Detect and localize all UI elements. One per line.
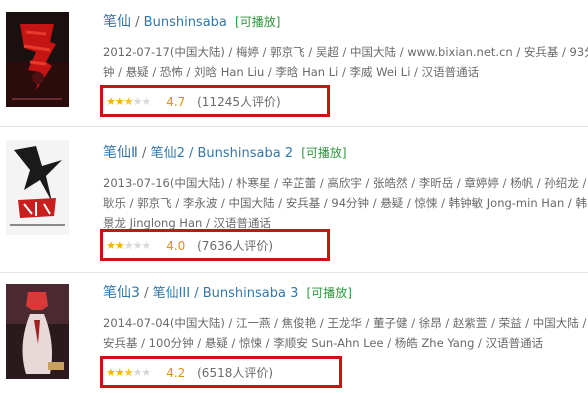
title-separator: / — [135, 15, 140, 30]
star-empty-icon: ★ — [132, 239, 143, 252]
poster-2-art — [6, 140, 69, 235]
star-half-icon: ★ — [123, 95, 134, 108]
meta-line: 2012-07-17(中国大陆) / 梅婷 / 郭京飞 / 吴超 / 中国大陆 … — [103, 45, 588, 59]
movie-meta: 2014-07-04(中国大陆) / 江一燕 / 焦俊艳 / 王龙华 / 董子健… — [103, 313, 587, 353]
rating-score: 4.7 — [166, 95, 186, 109]
movie-alt-title[interactable]: 笔仙III / Bunshinsaba 3 — [153, 286, 299, 301]
rating-count[interactable]: (11245人评价) — [197, 95, 281, 109]
rating-count[interactable]: (7636人评价) — [197, 239, 273, 253]
star-empty-icon: ★ — [141, 366, 152, 379]
divider — [0, 126, 588, 127]
star-empty-icon: ★ — [141, 95, 152, 108]
movie-list: 笔仙 / Bunshinsaba [可播放] 2012-07-17(中国大陆) … — [0, 0, 588, 393]
movie-meta: 2012-07-17(中国大陆) / 梅婷 / 郭京飞 / 吴超 / 中国大陆 … — [103, 42, 588, 82]
star-empty-icon: ★ — [132, 95, 143, 108]
movie-title-line: 笔仙3 / 笔仙III / Bunshinsaba 3 [可播放] — [103, 285, 352, 302]
star-icon: ★ — [106, 95, 116, 108]
movie-alt-title[interactable]: 笔仙2 / Bunshinsaba 2 — [151, 146, 294, 161]
meta-line: 2013-07-16(中国大陆) / 朴寒星 / 辛芷蕾 / 高欣宇 / 张皓然… — [103, 176, 587, 190]
movie-alt-title[interactable]: Bunshinsaba — [144, 15, 227, 30]
rating-score: 4.0 — [166, 239, 186, 253]
star-icon: ★ — [106, 239, 116, 252]
meta-line: 钟 / 悬疑 / 恐怖 / 刘晗 Han Liu / 李晗 Han Li / 李… — [103, 65, 480, 79]
star-half-icon: ★ — [123, 366, 134, 379]
title-separator: / — [144, 286, 149, 301]
title-separator: / — [142, 146, 147, 161]
playable-badge[interactable]: [可播放] — [307, 286, 352, 300]
meta-line: 安兵基 / 100分钟 / 悬疑 / 惊悚 / 李顺安 Sun-Ahn Lee … — [103, 336, 544, 350]
rating-count[interactable]: (6518人评价) — [197, 366, 273, 380]
rating-highlight-box: ★★★★★ 4.7 (11245人评价) — [100, 85, 330, 117]
movie-title-link[interactable]: 笔仙Ⅱ — [103, 145, 138, 161]
star-rating: ★★★★★ — [106, 365, 152, 381]
rating-highlight-box: ★★★★★ 4.2 (6518人评价) — [100, 356, 342, 388]
rating: ★★★★★ 4.2 (6518人评价) — [106, 365, 273, 381]
movie-title-line: 笔仙 / Bunshinsaba [可播放] — [103, 14, 280, 31]
poster-1-art — [6, 12, 69, 107]
movie-title-link[interactable]: 笔仙 — [103, 14, 131, 30]
poster-image[interactable] — [6, 284, 69, 379]
playable-badge[interactable]: [可播放] — [235, 15, 280, 29]
rating: ★★★★★ 4.0 (7636人评价) — [106, 238, 273, 254]
star-empty-icon: ★ — [123, 239, 134, 252]
divider — [0, 272, 588, 273]
star-rating: ★★★★★ — [106, 94, 152, 110]
star-empty-icon: ★ — [132, 366, 143, 379]
poster-image[interactable] — [6, 140, 69, 235]
meta-line: 2014-07-04(中国大陆) / 江一燕 / 焦俊艳 / 王龙华 / 董子健… — [103, 316, 587, 330]
star-rating: ★★★★★ — [106, 238, 152, 254]
movie-title-line: 笔仙Ⅱ / 笔仙2 / Bunshinsaba 2 [可播放] — [103, 145, 347, 162]
poster-3-art — [6, 284, 69, 379]
rating: ★★★★★ 4.7 (11245人评价) — [106, 94, 281, 110]
movie-title-link[interactable]: 笔仙3 — [103, 285, 140, 301]
star-empty-icon: ★ — [141, 239, 152, 252]
rating-highlight-box: ★★★★★ 4.0 (7636人评价) — [100, 229, 330, 261]
star-icon: ★ — [106, 366, 116, 379]
star-icon: ★ — [114, 239, 125, 252]
star-icon: ★ — [114, 366, 125, 379]
poster-image[interactable] — [6, 12, 69, 107]
playable-badge[interactable]: [可播放] — [301, 146, 346, 160]
movie-meta: 2013-07-16(中国大陆) / 朴寒星 / 辛芷蕾 / 高欣宇 / 张皓然… — [103, 173, 587, 233]
rating-score: 4.2 — [166, 366, 186, 380]
star-icon: ★ — [114, 95, 125, 108]
meta-line: 耿乐 / 郭京飞 / 李永波 / 中国大陆 / 安兵基 / 94分钟 / 悬疑 … — [103, 196, 587, 210]
